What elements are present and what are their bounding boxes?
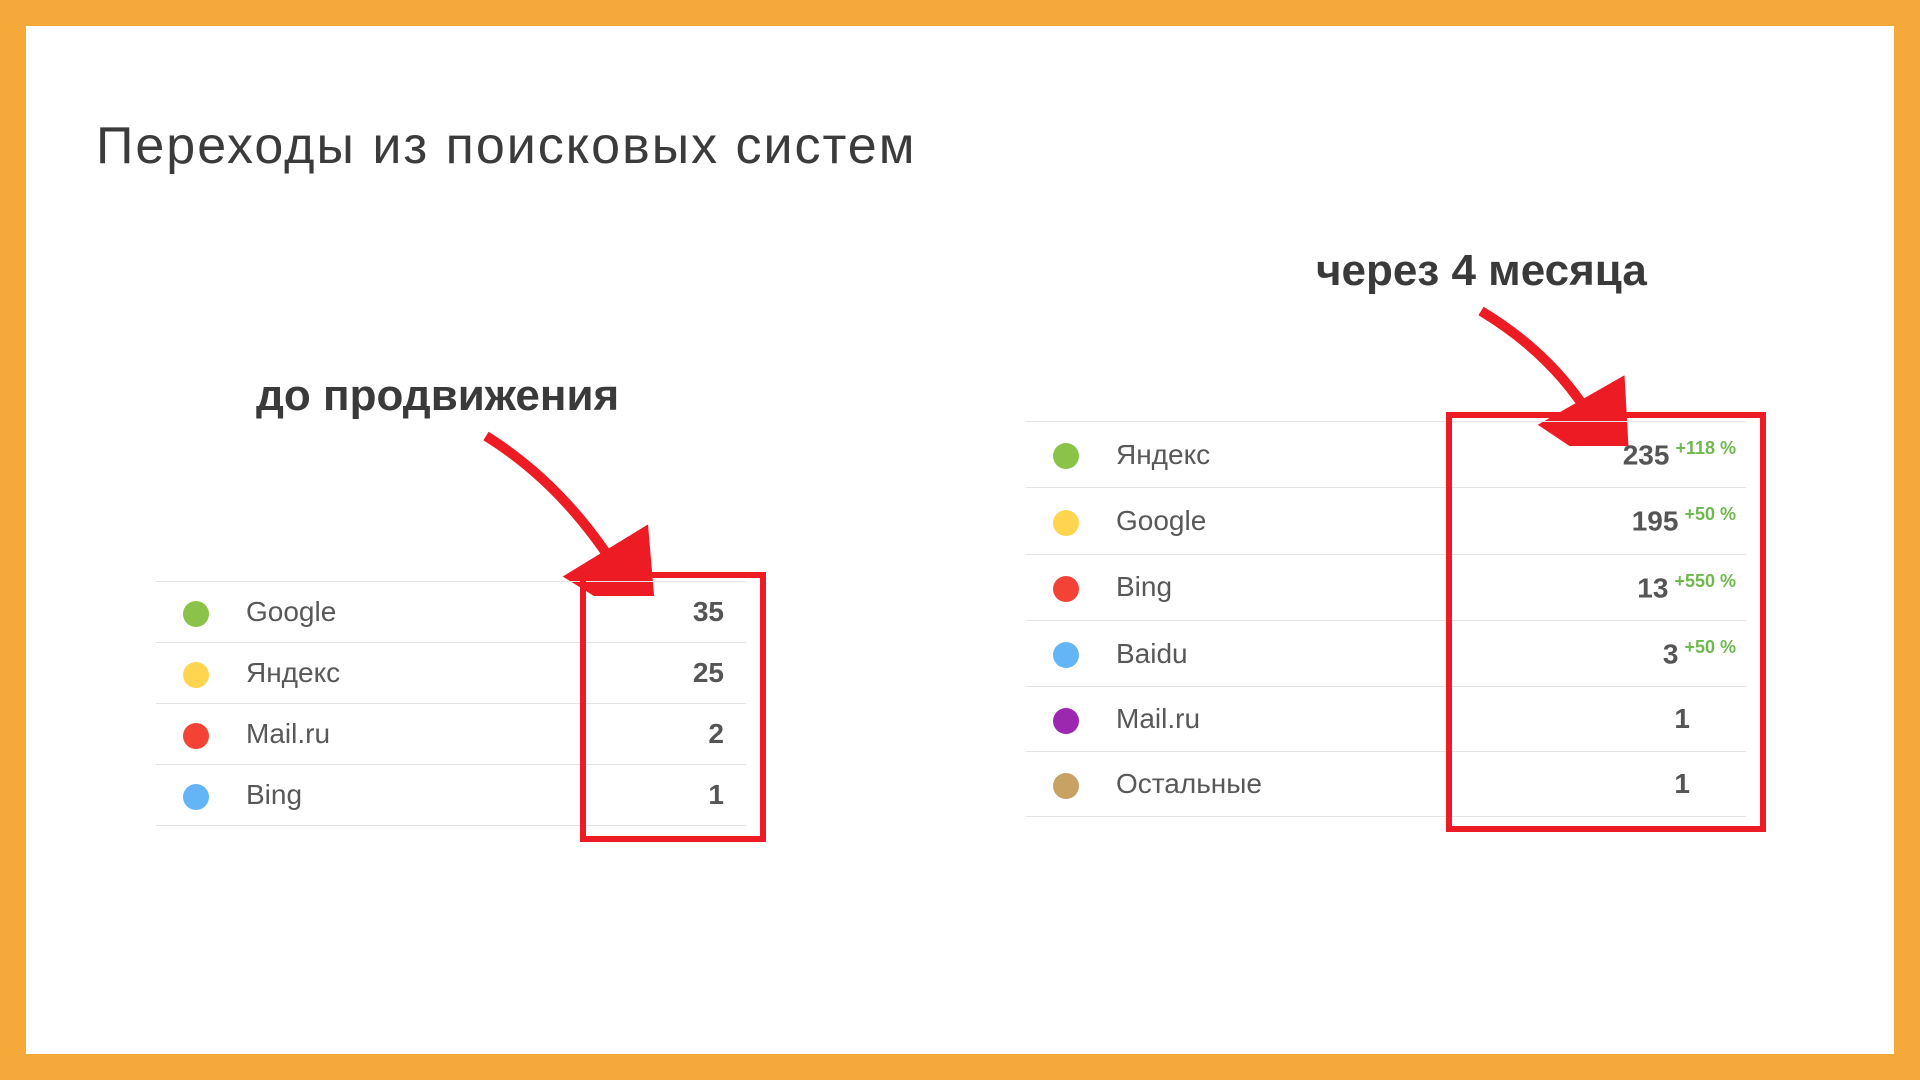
arrow-icon xyxy=(466,426,666,596)
series-value: 1 xyxy=(1461,752,1746,817)
table-before: Google 35 Яндекс 25 Mail.ru 2 Bing 1 xyxy=(156,581,746,826)
series-value: 13+550 % xyxy=(1461,554,1746,620)
series-name: Google xyxy=(236,582,564,643)
series-name: Baidu xyxy=(1106,620,1461,686)
series-dot-icon xyxy=(1053,642,1079,668)
table-row: Bing 13+550 % xyxy=(1026,554,1746,620)
series-delta xyxy=(1690,703,1736,734)
series-dot-icon xyxy=(1053,708,1079,734)
series-name: Bing xyxy=(1106,554,1461,620)
slide-frame: Переходы из поисковых систем до продвиже… xyxy=(0,0,1920,1080)
table-row: Mail.ru 1 xyxy=(1026,687,1746,752)
series-dot-icon xyxy=(183,662,209,688)
annotation-after: через 4 месяца xyxy=(1316,246,1647,296)
series-name: Яндекс xyxy=(236,643,564,704)
series-name: Mail.ru xyxy=(236,704,564,765)
series-dot-icon xyxy=(183,784,209,810)
series-value: 1 xyxy=(1461,687,1746,752)
page-title: Переходы из поисковых систем xyxy=(96,116,916,176)
table-row: Google 35 xyxy=(156,582,746,643)
table-row: Яндекс 25 xyxy=(156,643,746,704)
table-row: Bing 1 xyxy=(156,765,746,826)
series-name: Mail.ru xyxy=(1106,687,1461,752)
annotation-before: до продвижения xyxy=(256,371,619,421)
series-dot-icon xyxy=(1053,510,1079,536)
table-row: Baidu 3+50 % xyxy=(1026,620,1746,686)
series-delta: +50 % xyxy=(1678,637,1736,657)
series-dot-icon xyxy=(1053,773,1079,799)
table-row: Google 195+50 % xyxy=(1026,488,1746,554)
series-delta: +550 % xyxy=(1668,571,1736,591)
table-row: Яндекс 235+118 % xyxy=(1026,422,1746,488)
table-row: Mail.ru 2 xyxy=(156,704,746,765)
series-value: 1 xyxy=(564,765,746,826)
series-value: 195+50 % xyxy=(1461,488,1746,554)
series-dot-icon xyxy=(183,723,209,749)
series-name: Яндекс xyxy=(1106,422,1461,488)
series-dot-icon xyxy=(1053,443,1079,469)
series-value: 35 xyxy=(564,582,746,643)
series-name: Остальные xyxy=(1106,752,1461,817)
series-value: 25 xyxy=(564,643,746,704)
series-value: 235+118 % xyxy=(1461,422,1746,488)
series-name: Bing xyxy=(236,765,564,826)
series-delta: +50 % xyxy=(1678,504,1736,524)
series-delta xyxy=(1690,768,1736,799)
table-row: Остальные 1 xyxy=(1026,752,1746,817)
series-dot-icon xyxy=(1053,576,1079,602)
series-value: 3+50 % xyxy=(1461,620,1746,686)
series-dot-icon xyxy=(183,601,209,627)
series-delta: +118 % xyxy=(1669,438,1736,458)
series-name: Google xyxy=(1106,488,1461,554)
series-value: 2 xyxy=(564,704,746,765)
table-after: Яндекс 235+118 % Google 195+50 % Bing 13… xyxy=(1026,421,1746,817)
